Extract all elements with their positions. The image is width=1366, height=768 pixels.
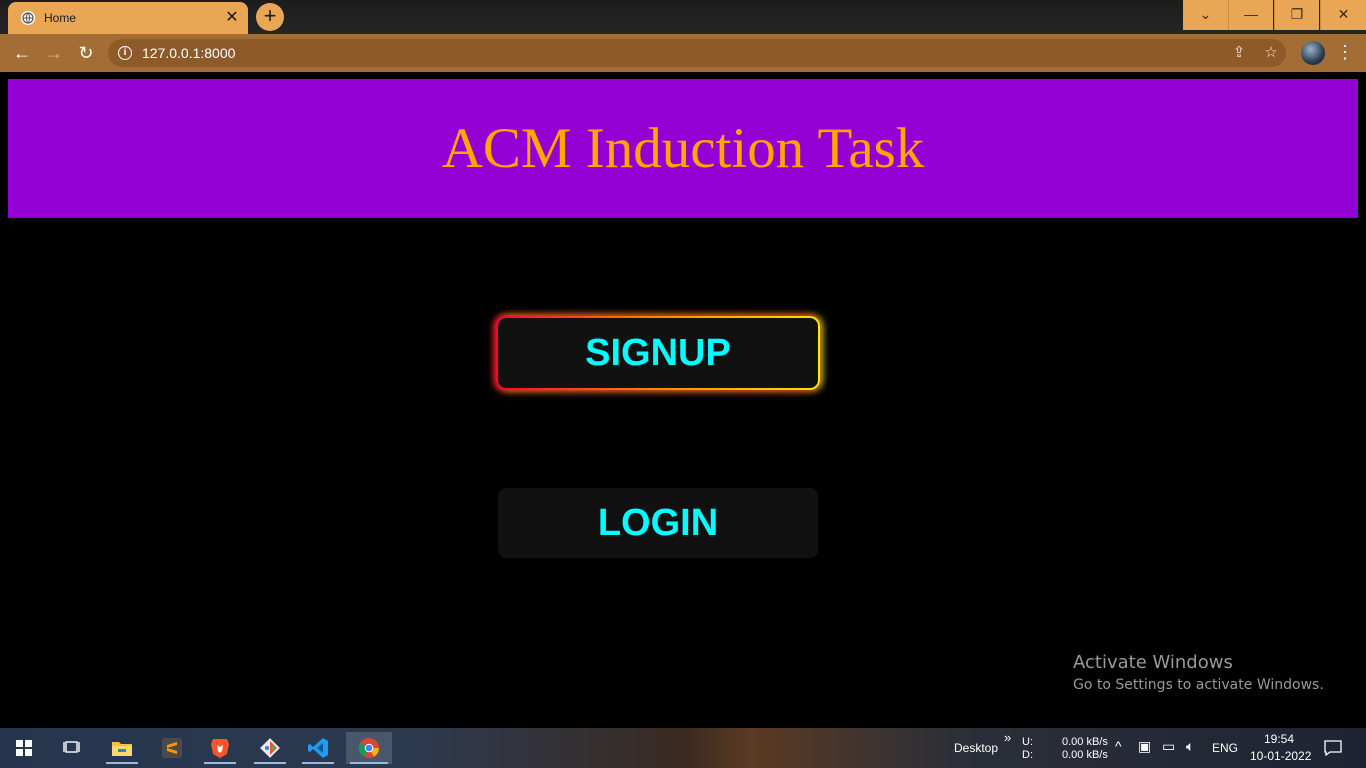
login-button[interactable]: LOGIN [498, 488, 818, 558]
share-icon[interactable]: ⇪ [1229, 43, 1249, 63]
running-indicator [350, 762, 388, 764]
sublime-text-icon[interactable] [152, 732, 192, 764]
file-explorer-icon[interactable] [102, 732, 142, 764]
running-indicator [106, 762, 138, 764]
running-indicator [204, 762, 236, 764]
watermark-title: Activate Windows [1073, 652, 1233, 673]
page-viewport: ACM Induction Task SIGNUP LOGIN Activate… [0, 72, 1366, 728]
site-info-icon[interactable]: i [118, 46, 132, 60]
browser-tab-strip: Home ✕ + ⌄ — ❐ ✕ [0, 0, 1366, 34]
task-view-icon[interactable] [52, 732, 92, 764]
battery-icon[interactable]: ▭ [1162, 738, 1175, 755]
security-icon[interactable]: ▣ [1138, 738, 1151, 755]
bookmark-star-icon[interactable]: ☆ [1261, 43, 1281, 63]
browser-menu-icon[interactable]: ⋮ [1336, 41, 1354, 65]
url-text[interactable]: 127.0.0.1:8000 [142, 45, 235, 61]
browser-tab-home[interactable]: Home ✕ [8, 2, 248, 34]
download-speed: 0.00 kB/s [1062, 749, 1108, 761]
upload-speed: 0.00 kB/s [1062, 736, 1108, 748]
notification-center-icon[interactable] [1318, 732, 1348, 764]
watermark-subtitle: Go to Settings to activate Windows. [1073, 677, 1324, 693]
browser-toolbar: ← → ↻ i 127.0.0.1:8000 ⇪ ☆ ⋮ [0, 34, 1366, 72]
running-indicator [254, 762, 286, 764]
show-hidden-icons-chevron-icon[interactable]: ^ [1115, 738, 1122, 754]
profile-avatar[interactable] [1301, 41, 1325, 65]
new-tab-button[interactable]: + [256, 3, 284, 31]
toolbar-chevron-icon[interactable]: » [1004, 730, 1011, 745]
taskbar: Desktop » U: D: 0.00 kB/s 0.00 kB/s ^ ▣ … [0, 728, 1366, 768]
upload-label: U: [1022, 736, 1033, 748]
brave-browser-icon[interactable] [200, 732, 240, 764]
windows-start-icon[interactable] [4, 732, 44, 764]
reload-icon[interactable]: ↻ [74, 41, 98, 65]
running-indicator [302, 762, 334, 764]
back-arrow-icon[interactable]: ← [10, 41, 34, 65]
minimize-button[interactable]: — [1228, 0, 1273, 30]
tab-close-icon[interactable]: ✕ [222, 8, 242, 28]
tab-search-button[interactable]: ⌄ [1183, 0, 1228, 30]
volume-icon[interactable]: 🔈︎ [1186, 738, 1194, 755]
download-label: D: [1022, 749, 1033, 761]
git-icon[interactable] [250, 732, 290, 764]
activation-watermark: Activate Windows Go to Settings to activ… [1073, 652, 1324, 693]
desktop-toolbar-label[interactable]: Desktop [954, 741, 998, 755]
clock-date[interactable]: 10-01-2022 [1250, 749, 1311, 763]
chrome-icon[interactable] [346, 732, 392, 764]
header-banner: ACM Induction Task [8, 79, 1358, 218]
address-bar[interactable]: i 127.0.0.1:8000 ⇪ ☆ [108, 39, 1286, 67]
language-indicator[interactable]: ENG [1212, 741, 1238, 755]
tab-title: Home [44, 11, 77, 25]
globe-icon [21, 11, 35, 25]
forward-arrow-icon[interactable]: → [42, 41, 66, 65]
vscode-icon[interactable] [298, 732, 338, 764]
clock-time[interactable]: 19:54 [1264, 732, 1294, 746]
signup-button[interactable]: SIGNUP [498, 318, 818, 388]
restore-button[interactable]: ❐ [1274, 0, 1319, 30]
close-window-button[interactable]: ✕ [1320, 0, 1366, 30]
page-title: ACM Induction Task [441, 117, 925, 180]
